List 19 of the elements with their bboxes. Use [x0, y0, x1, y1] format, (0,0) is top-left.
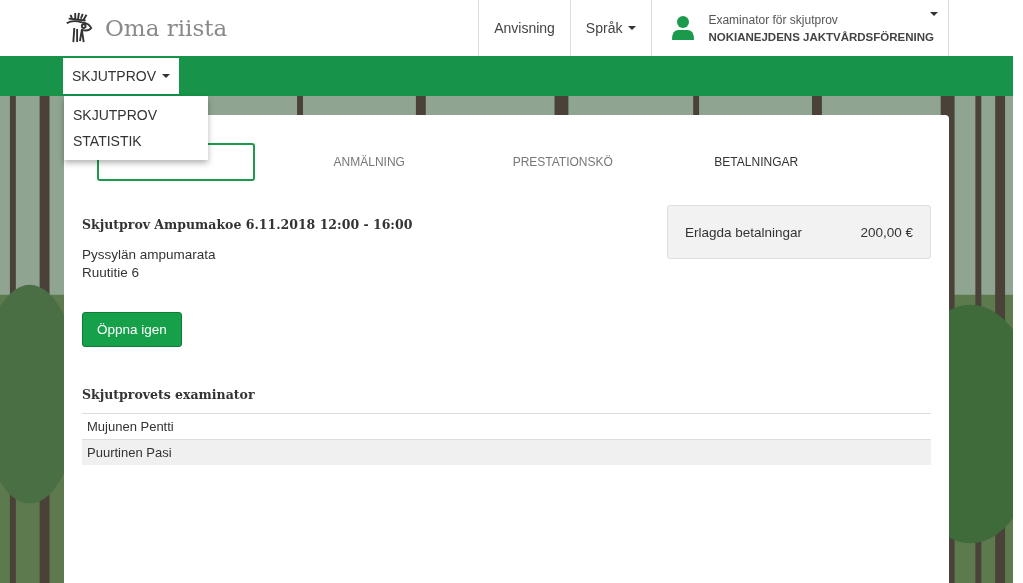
section-menu[interactable]: SKJUTPROV — [63, 58, 179, 94]
event-address: Ruutitie 6 — [82, 264, 141, 282]
table-cell: Puurtinen Pasi — [82, 439, 931, 465]
moose-logo-icon — [63, 11, 95, 45]
user-icon — [672, 16, 695, 40]
event-place: Pyssylän ampumarata — [82, 246, 217, 264]
menu-item[interactable]: SKJUTPROV — [64, 102, 208, 128]
tab[interactable]: BETALNINGAR — [677, 143, 835, 181]
event-title: Skjutprov Ampumakoe 6.11.2018 12:00 - 16:00 — [82, 217, 413, 232]
app-title: Oma riista — [105, 15, 228, 41]
payments-amount: 200,00 € — [860, 224, 913, 240]
examiners-title: Skjutprovets examinator — [82, 387, 256, 402]
menu-item[interactable]: STATISTIK — [64, 128, 208, 154]
caret-icon — [162, 74, 170, 78]
caret-icon — [930, 12, 938, 16]
tab[interactable]: ANMÄLNING — [290, 143, 448, 181]
payments-label: Erlagda betalningar — [685, 224, 803, 240]
caret-icon — [628, 26, 637, 30]
tab[interactable]: PRESTATIONSKÖ — [484, 143, 642, 181]
